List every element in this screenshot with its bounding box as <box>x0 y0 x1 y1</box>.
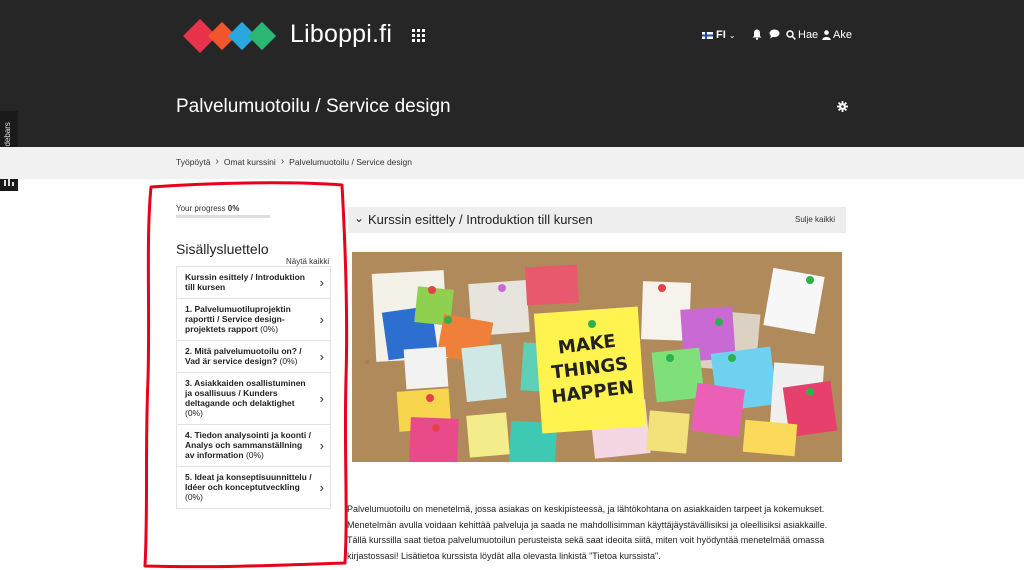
breadcrumb-item-course[interactable]: Palvelumuotoilu / Service design <box>289 157 412 167</box>
user-menu[interactable]: Ake <box>822 29 852 41</box>
show-all-link[interactable]: Näytä kaikki <box>286 257 329 266</box>
toc-item-label: Kurssin esittely / Introduktion till kur… <box>185 272 305 292</box>
toc-item-information-analysis[interactable]: 4. Tiedon analysointi ja koonti / Analys… <box>176 425 331 467</box>
search-button[interactable]: Hae <box>786 29 818 41</box>
progress-value: 0% <box>227 204 240 213</box>
user-name: Ake <box>833 29 852 41</box>
chat-icon[interactable] <box>769 29 780 39</box>
toc-title: Sisällysluettelo <box>176 241 269 257</box>
toc-list: Kurssin esittely / Introduktion till kur… <box>176 266 331 509</box>
progress-label: Your progress 0% <box>176 204 239 213</box>
breadcrumb-item-my-courses[interactable]: Omat kurssini <box>224 157 276 167</box>
search-label: Hae <box>798 29 819 41</box>
toc-item-ideas-concept[interactable]: 5. Ideat ja konseptisuunnittelu / Idéer … <box>176 467 331 509</box>
toc-item-introduction[interactable]: Kurssin esittely / Introduktion till kur… <box>176 266 331 299</box>
sticky-notes-board-image: MAKE THINGS HAPPEN <box>352 252 842 462</box>
apps-grid-icon[interactable] <box>412 29 426 43</box>
breadcrumb: Työpöytä › Omat kurssini › Palvelumuotoi… <box>176 156 412 167</box>
page-title: Palvelumuotoilu / Service design <box>176 96 451 117</box>
chevron-right-icon: › <box>319 390 324 406</box>
top-navbar <box>0 0 1024 147</box>
finland-flag-icon <box>702 31 713 39</box>
chevron-right-icon: › <box>215 156 219 167</box>
toc-item-label: 5. Ideat ja konseptisuunnittelu / Idéer … <box>185 472 312 492</box>
search-icon <box>786 30 796 40</box>
chevron-right-icon: › <box>319 348 324 364</box>
course-intro-text: Palvelumuotoilu on menetelmä, jossa asia… <box>347 504 828 561</box>
toc-item-progress: (0%) <box>260 324 279 334</box>
site-logo[interactable] <box>176 12 280 60</box>
toc-item-label: 3. Asiakkaiden osallistuminen ja osallis… <box>185 378 306 408</box>
chevron-down-icon[interactable]: ⌄ <box>354 211 364 225</box>
gear-icon[interactable] <box>837 101 848 112</box>
bell-icon[interactable] <box>752 29 762 40</box>
toc-item-progress: (0%) <box>245 450 264 460</box>
chevron-right-icon: › <box>319 274 324 290</box>
chevron-right-icon: › <box>280 156 285 167</box>
chevron-right-icon: › <box>319 311 324 327</box>
progress-bar <box>176 215 270 218</box>
chevron-right-icon: › <box>319 479 324 495</box>
chevron-down-icon: ⌄ <box>728 30 736 40</box>
toc-item-progress: (0%) <box>185 492 203 502</box>
breadcrumb-bar <box>0 147 1024 179</box>
collapse-all-link[interactable]: Sulje kaikki <box>795 215 835 224</box>
section-title[interactable]: Kurssin esittely / Introduktion till kur… <box>368 212 593 227</box>
course-sidebar: Your progress 0% Sisällysluettelo Näytä … <box>168 193 338 563</box>
toc-item-what-is-service-design[interactable]: 2. Mitä palvelumuotoilu on? / Vad är ser… <box>176 341 331 373</box>
brand-name[interactable]: Liboppi.fi <box>290 20 392 49</box>
language-menu[interactable]: FI ⌄ <box>702 29 735 41</box>
breadcrumb-item-dashboard[interactable]: Työpöytä <box>176 157 211 167</box>
language-label: FI <box>716 29 726 41</box>
chevron-right-icon: › <box>319 437 324 453</box>
toc-item-progress: (0%) <box>279 356 298 366</box>
toc-item-report[interactable]: 1. Palvelumuotiluprojektin raportti / Se… <box>176 299 331 341</box>
toc-item-customer-participation[interactable]: 3. Asiakkaiden osallistuminen ja osallis… <box>176 373 331 425</box>
user-icon <box>822 30 831 40</box>
toc-item-progress: (0%) <box>185 408 203 418</box>
progress-label-text: Your progress <box>176 204 226 213</box>
